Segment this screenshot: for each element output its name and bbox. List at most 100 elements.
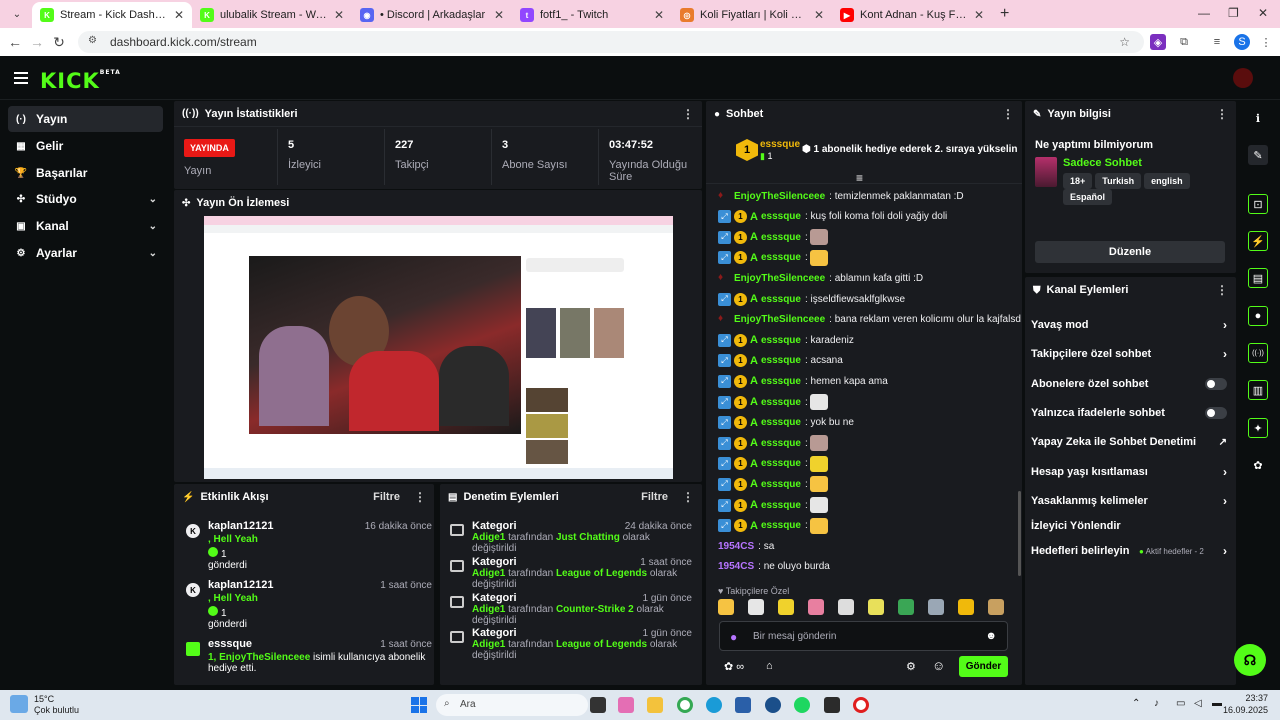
- kick-app-icon[interactable]: [824, 697, 840, 713]
- chat-emote[interactable]: [809, 517, 828, 534]
- chrome-icon[interactable]: [677, 697, 693, 713]
- stream-preview-video[interactable]: [204, 216, 673, 479]
- chat-username[interactable]: esssque: [761, 355, 801, 366]
- browser-tab[interactable]: Kulubalik Stream - Watch Live on ✕: [192, 2, 352, 28]
- info-menu-icon[interactable]: ⋮: [1216, 107, 1228, 121]
- chat-username[interactable]: esssque: [761, 335, 801, 346]
- edit-button[interactable]: Düzenle: [1035, 241, 1225, 263]
- back-icon[interactable]: ←: [4, 34, 26, 50]
- address-bar[interactable]: ⚙ dashboard.kick.com/stream ☆: [78, 31, 1144, 53]
- tab-close-icon[interactable]: ✕: [174, 8, 184, 22]
- category-link[interactable]: League of Legends: [556, 639, 647, 650]
- support-chat-icon[interactable]: ☊: [1234, 644, 1266, 676]
- send-button[interactable]: Gönder: [959, 656, 1008, 677]
- copilot-icon[interactable]: [618, 697, 634, 713]
- category-thumbnail[interactable]: [1035, 157, 1057, 187]
- screen-icon[interactable]: ⊡: [1248, 194, 1268, 214]
- emote-icon[interactable]: [898, 599, 914, 615]
- chat-username[interactable]: esssque: [761, 211, 801, 222]
- channel-action-item[interactable]: İzleyici Yönlendir: [1031, 519, 1227, 533]
- bookmark-star-icon[interactable]: ☆: [1119, 35, 1130, 49]
- stream-tag[interactable]: english: [1144, 173, 1190, 189]
- emoji-icon[interactable]: ☻: [985, 630, 997, 642]
- chat-username[interactable]: esssque: [761, 417, 801, 428]
- sidebar-item-5[interactable]: ⚙ Ayarlar ⌄: [8, 240, 163, 266]
- browser-tab[interactable]: ◎ Koli Fiyatları | Koli Karton ve Ambalaj…: [672, 2, 832, 28]
- stream-tag[interactable]: Español: [1063, 189, 1113, 205]
- bolt-icon[interactable]: ⚡: [1248, 231, 1268, 251]
- channel-action-item[interactable]: Yavaş mod ›: [1031, 318, 1227, 332]
- layout-icon[interactable]: ▥: [1248, 380, 1268, 400]
- category-link[interactable]: League of Legends: [556, 568, 647, 579]
- tab-close-icon[interactable]: ✕: [334, 8, 344, 22]
- reload-icon[interactable]: ↻: [48, 34, 70, 51]
- chat-username[interactable]: esssque: [761, 520, 801, 531]
- sidebar-item-4[interactable]: ▣ Kanal ⌄: [8, 213, 163, 239]
- chat-emote[interactable]: [809, 497, 828, 513]
- volume-icon[interactable]: ◁: [1194, 698, 1202, 709]
- tab-close-icon[interactable]: ✕: [654, 8, 664, 22]
- mic-tray-icon[interactable]: ♪: [1154, 698, 1159, 709]
- close-window-icon[interactable]: ✕: [1258, 6, 1268, 20]
- sidebar-item-2[interactable]: 🏆 Başarılar: [8, 160, 163, 186]
- chevron-down-icon[interactable]: ⌄: [149, 221, 157, 232]
- tray-chevron-icon[interactable]: ⌃: [1132, 698, 1140, 709]
- profile-icon[interactable]: S: [1234, 34, 1250, 50]
- user-avatar[interactable]: [1233, 68, 1253, 88]
- apps-icon[interactable]: ✿: [1248, 455, 1268, 475]
- chat-icon[interactable]: ●: [1248, 306, 1268, 326]
- emote-icon[interactable]: [838, 599, 854, 615]
- chevron-right-icon[interactable]: ›: [1223, 494, 1227, 508]
- browser-tab[interactable]: K Stream - Kick Dashboard ✕: [32, 2, 192, 28]
- channel-action-item[interactable]: Yasaklanmış kelimeler ›: [1031, 494, 1227, 508]
- activity-menu-icon[interactable]: ⋮: [414, 490, 426, 504]
- document-icon[interactable]: ▤: [1248, 268, 1268, 288]
- chat-emote[interactable]: [809, 394, 828, 410]
- stream-tag[interactable]: 18+: [1063, 173, 1093, 189]
- site-info-icon[interactable]: ⚙: [88, 35, 102, 49]
- chat-emote[interactable]: [809, 435, 828, 452]
- emote-icon[interactable]: [748, 599, 764, 615]
- chevron-down-icon[interactable]: ⌄: [149, 194, 157, 205]
- minimize-icon[interactable]: —: [1198, 6, 1210, 20]
- browser-tab[interactable]: ◉ • Discord | Arkadaşlar ✕: [352, 2, 512, 28]
- channel-action-item[interactable]: Hedefleri belirleyin › ● Aktif hedefler - …: [1031, 544, 1227, 558]
- network-icon[interactable]: ▭: [1176, 698, 1185, 709]
- media-control-icon[interactable]: ≡: [1209, 34, 1225, 50]
- browser-tab[interactable]: t fotf1_ - Twitch ✕: [512, 2, 672, 28]
- edit-icon[interactable]: ✎: [1248, 145, 1268, 165]
- menu-icon[interactable]: [14, 72, 28, 87]
- toggle-switch[interactable]: [1205, 407, 1227, 419]
- sidebar-item-3[interactable]: ✣ Stüdyo ⌄: [8, 186, 163, 212]
- channel-action-item[interactable]: Abonelere özel sohbet: [1031, 377, 1227, 391]
- broadcast-icon[interactable]: ((·)): [1248, 343, 1268, 363]
- microphone-icon[interactable]: ●: [730, 630, 737, 644]
- chat-input[interactable]: ● Bir mesaj gönderin ☻: [719, 621, 1008, 651]
- tab-close-icon[interactable]: ✕: [494, 8, 504, 22]
- chat-scrollbar[interactable]: [1018, 491, 1021, 576]
- chevron-right-icon[interactable]: ›: [1223, 465, 1227, 479]
- chevron-right-icon[interactable]: ›: [1223, 347, 1227, 361]
- chat-emote[interactable]: [809, 249, 828, 266]
- chat-username[interactable]: 1954CS: [718, 561, 754, 572]
- emote-icon[interactable]: [778, 599, 794, 615]
- emote-icon[interactable]: [958, 599, 974, 615]
- chevron-right-icon[interactable]: ›: [1223, 318, 1227, 332]
- activity-filter-button[interactable]: Filtre: [373, 491, 400, 503]
- chat-emote[interactable]: [809, 455, 828, 472]
- app-c-icon[interactable]: [765, 697, 781, 713]
- info-icon[interactable]: ℹ: [1248, 108, 1268, 128]
- category-link[interactable]: Counter-Strike 2: [556, 604, 634, 615]
- sidebar-item-0[interactable]: (·) Yayın: [8, 106, 163, 132]
- channel-action-item[interactable]: Hesap yaşı kısıtlaması ›: [1031, 465, 1227, 479]
- browser-tab[interactable]: ▶ Kont Adnan - Kuş Foli. Official ✕: [832, 2, 992, 28]
- chat-username[interactable]: esssque: [761, 479, 801, 490]
- kick-logo[interactable]: KICKBETA: [40, 69, 121, 93]
- stats-menu-icon[interactable]: ⋮: [682, 107, 694, 121]
- tab-search-icon[interactable]: ⌄: [6, 3, 28, 25]
- edge-icon[interactable]: [706, 697, 722, 713]
- emote-icon[interactable]: [808, 599, 824, 615]
- moderation-filter-button[interactable]: Filtre: [641, 491, 668, 503]
- chat-username[interactable]: EnjoyTheSilenceee: [734, 191, 825, 202]
- spotify-icon[interactable]: [794, 697, 810, 713]
